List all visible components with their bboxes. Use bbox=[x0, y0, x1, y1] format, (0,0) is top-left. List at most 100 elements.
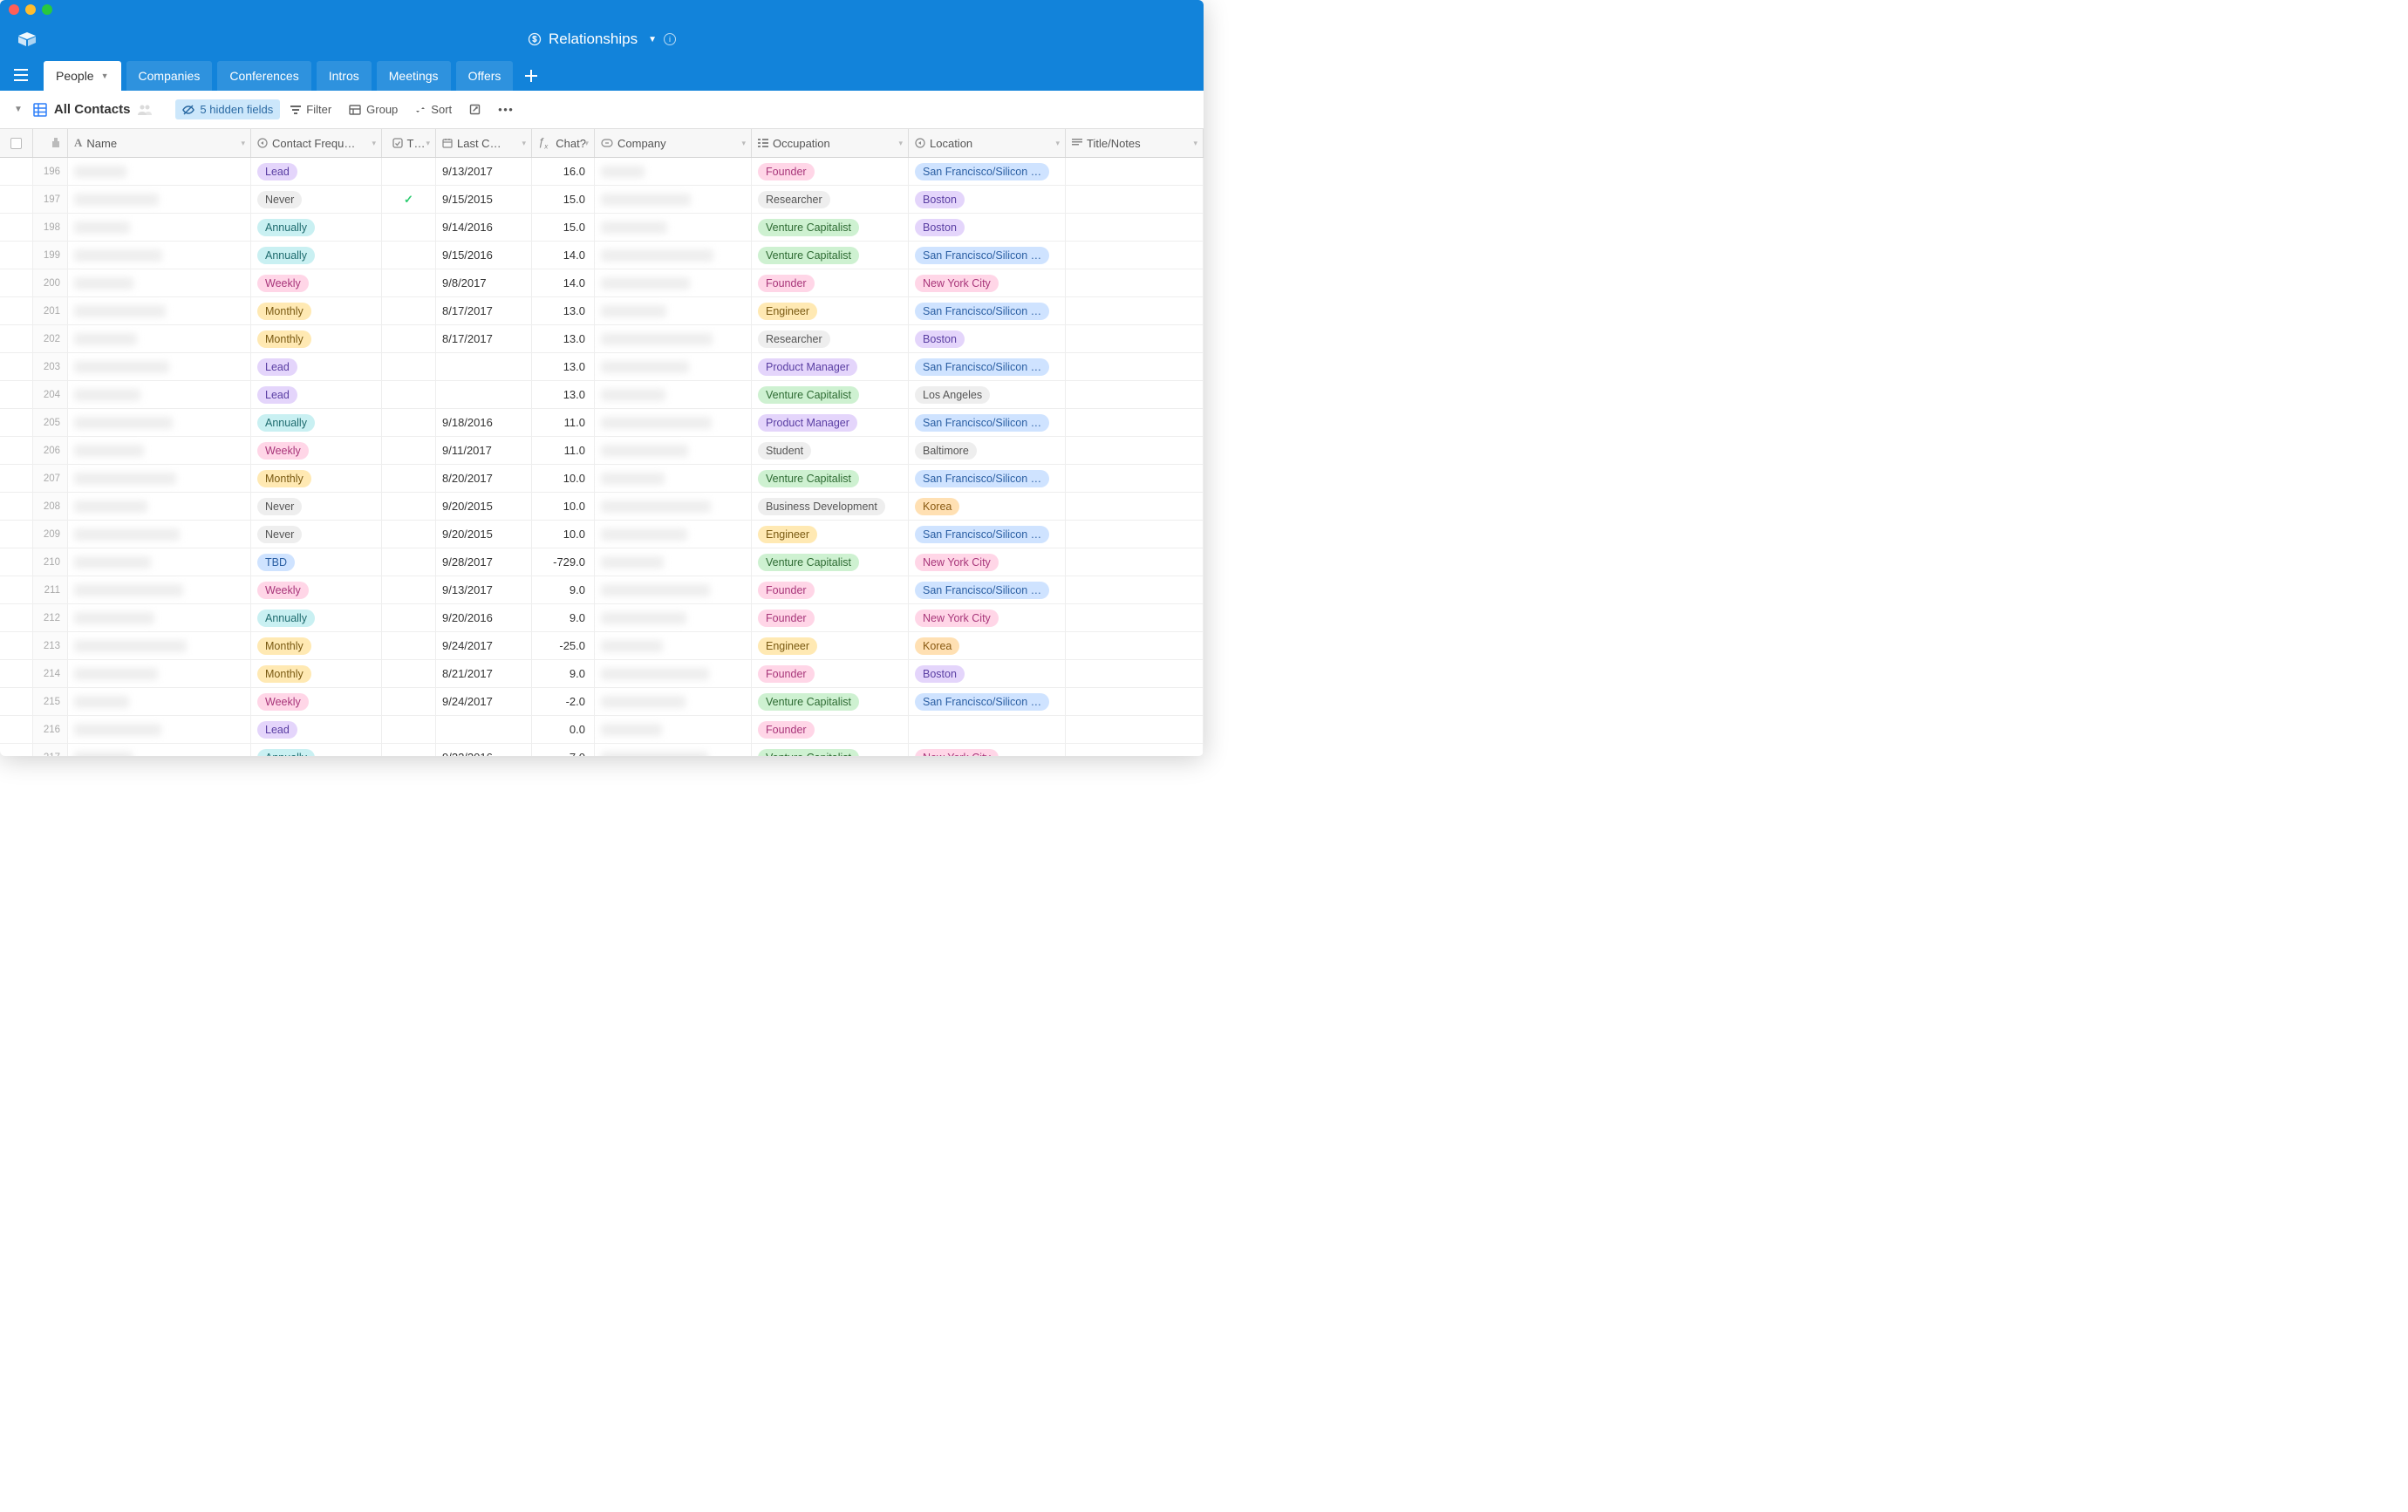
cell-occupation[interactable]: Venture Capitalist bbox=[752, 688, 909, 715]
sort-button[interactable]: Sort bbox=[408, 99, 459, 119]
cell-chat[interactable]: 15.0 bbox=[532, 186, 595, 213]
cell-location[interactable]: Boston bbox=[909, 660, 1066, 687]
cell-name[interactable] bbox=[68, 297, 251, 324]
table-row[interactable]: 197Never✓9/15/201515.0ResearcherBoston bbox=[0, 186, 1204, 214]
row-select[interactable] bbox=[0, 158, 33, 185]
cell-title[interactable] bbox=[1066, 660, 1204, 687]
row-select[interactable] bbox=[0, 437, 33, 464]
cell-name[interactable] bbox=[68, 353, 251, 380]
cell-checkbox[interactable] bbox=[382, 353, 436, 380]
cell-occupation[interactable]: Venture Capitalist bbox=[752, 744, 909, 756]
cell-name[interactable] bbox=[68, 493, 251, 520]
cell-name[interactable] bbox=[68, 632, 251, 659]
cell-checkbox[interactable] bbox=[382, 744, 436, 756]
table-row[interactable]: 207Monthly8/20/201710.0Venture Capitalis… bbox=[0, 465, 1204, 493]
grid-body[interactable]: 196Lead9/13/201716.0FounderSan Francisco… bbox=[0, 158, 1204, 756]
col-last-c-header[interactable]: Last C…▾ bbox=[436, 129, 532, 157]
cell-chat[interactable]: 13.0 bbox=[532, 353, 595, 380]
col-location-header[interactable]: Location▾ bbox=[909, 129, 1066, 157]
cell-title[interactable] bbox=[1066, 744, 1204, 756]
cell-contact-freq[interactable]: Never bbox=[251, 493, 382, 520]
row-select[interactable] bbox=[0, 548, 33, 576]
cell-name[interactable] bbox=[68, 409, 251, 436]
cell-company[interactable] bbox=[595, 716, 752, 743]
cell-last-contact[interactable]: 9/11/2017 bbox=[436, 437, 532, 464]
table-row[interactable]: 214Monthly8/21/20179.0FounderBoston bbox=[0, 660, 1204, 688]
cell-chat[interactable]: 0.0 bbox=[532, 716, 595, 743]
cell-checkbox[interactable] bbox=[382, 548, 436, 576]
row-select[interactable] bbox=[0, 409, 33, 436]
cell-occupation[interactable]: Founder bbox=[752, 604, 909, 631]
cell-location[interactable] bbox=[909, 716, 1066, 743]
cell-occupation[interactable]: Engineer bbox=[752, 297, 909, 324]
share-view-button[interactable] bbox=[462, 100, 488, 119]
cell-chat[interactable]: 13.0 bbox=[532, 325, 595, 352]
cell-company[interactable] bbox=[595, 688, 752, 715]
cell-last-contact[interactable]: 9/20/2015 bbox=[436, 521, 532, 548]
group-button[interactable]: Group bbox=[342, 99, 405, 119]
row-select[interactable] bbox=[0, 521, 33, 548]
cell-name[interactable] bbox=[68, 242, 251, 269]
cell-location[interactable]: New York City bbox=[909, 269, 1066, 296]
row-select[interactable] bbox=[0, 465, 33, 492]
table-row[interactable]: 211Weekly9/13/20179.0FounderSan Francisc… bbox=[0, 576, 1204, 604]
cell-chat[interactable]: 7.0 bbox=[532, 744, 595, 756]
cell-occupation[interactable]: Product Manager bbox=[752, 409, 909, 436]
cell-name[interactable] bbox=[68, 744, 251, 756]
cell-title[interactable] bbox=[1066, 325, 1204, 352]
row-select[interactable] bbox=[0, 214, 33, 241]
cell-contact-freq[interactable]: Monthly bbox=[251, 325, 382, 352]
cell-company[interactable] bbox=[595, 297, 752, 324]
row-select[interactable] bbox=[0, 381, 33, 408]
cell-company[interactable] bbox=[595, 576, 752, 603]
cell-contact-freq[interactable]: Annually bbox=[251, 214, 382, 241]
table-row[interactable]: 210TBD9/28/2017-729.0Venture CapitalistN… bbox=[0, 548, 1204, 576]
cell-checkbox[interactable] bbox=[382, 576, 436, 603]
cell-chat[interactable]: 10.0 bbox=[532, 493, 595, 520]
cell-company[interactable] bbox=[595, 437, 752, 464]
cell-checkbox[interactable] bbox=[382, 604, 436, 631]
collaborators-icon[interactable] bbox=[137, 104, 153, 116]
cell-company[interactable] bbox=[595, 632, 752, 659]
cell-occupation[interactable]: Venture Capitalist bbox=[752, 214, 909, 241]
row-select[interactable] bbox=[0, 242, 33, 269]
cell-title[interactable] bbox=[1066, 214, 1204, 241]
tab-caret-icon[interactable]: ▼ bbox=[101, 72, 109, 80]
sidebar-toggle-icon[interactable] bbox=[9, 63, 33, 87]
cell-title[interactable] bbox=[1066, 688, 1204, 715]
table-row[interactable]: 203Lead13.0Product ManagerSan Francisco/… bbox=[0, 353, 1204, 381]
cell-chat[interactable]: 11.0 bbox=[532, 437, 595, 464]
cell-contact-freq[interactable]: Annually bbox=[251, 604, 382, 631]
cell-last-contact[interactable]: 9/18/2016 bbox=[436, 409, 532, 436]
hidden-fields-button[interactable]: 5 hidden fields bbox=[175, 99, 280, 119]
cell-checkbox[interactable] bbox=[382, 688, 436, 715]
table-row[interactable]: 201Monthly8/17/201713.0EngineerSan Franc… bbox=[0, 297, 1204, 325]
base-name[interactable]: Relationships bbox=[549, 31, 638, 48]
table-row[interactable]: 216Lead0.0Founder bbox=[0, 716, 1204, 744]
cell-contact-freq[interactable]: Monthly bbox=[251, 297, 382, 324]
cell-location[interactable]: New York City bbox=[909, 744, 1066, 756]
filter-button[interactable]: Filter bbox=[283, 99, 338, 119]
cell-last-contact[interactable]: 9/13/2017 bbox=[436, 158, 532, 185]
cell-name[interactable] bbox=[68, 688, 251, 715]
cell-name[interactable] bbox=[68, 660, 251, 687]
cell-checkbox[interactable] bbox=[382, 493, 436, 520]
table-tab[interactable]: Intros bbox=[317, 61, 372, 91]
cell-company[interactable] bbox=[595, 214, 752, 241]
table-row[interactable]: 212Annually9/20/20169.0FounderNew York C… bbox=[0, 604, 1204, 632]
cell-contact-freq[interactable]: Weekly bbox=[251, 576, 382, 603]
cell-company[interactable] bbox=[595, 744, 752, 756]
cell-name[interactable] bbox=[68, 158, 251, 185]
cell-contact-freq[interactable]: Annually bbox=[251, 409, 382, 436]
cell-contact-freq[interactable]: Lead bbox=[251, 716, 382, 743]
cell-location[interactable]: New York City bbox=[909, 604, 1066, 631]
cell-company[interactable] bbox=[595, 242, 752, 269]
cell-location[interactable]: Boston bbox=[909, 214, 1066, 241]
cell-occupation[interactable]: Researcher bbox=[752, 325, 909, 352]
table-tab[interactable]: Conferences bbox=[217, 61, 310, 91]
cell-last-contact[interactable]: 9/15/2016 bbox=[436, 242, 532, 269]
app-logo-icon[interactable] bbox=[14, 26, 40, 52]
cell-last-contact[interactable]: 8/21/2017 bbox=[436, 660, 532, 687]
cell-title[interactable] bbox=[1066, 353, 1204, 380]
cell-occupation[interactable]: Researcher bbox=[752, 186, 909, 213]
